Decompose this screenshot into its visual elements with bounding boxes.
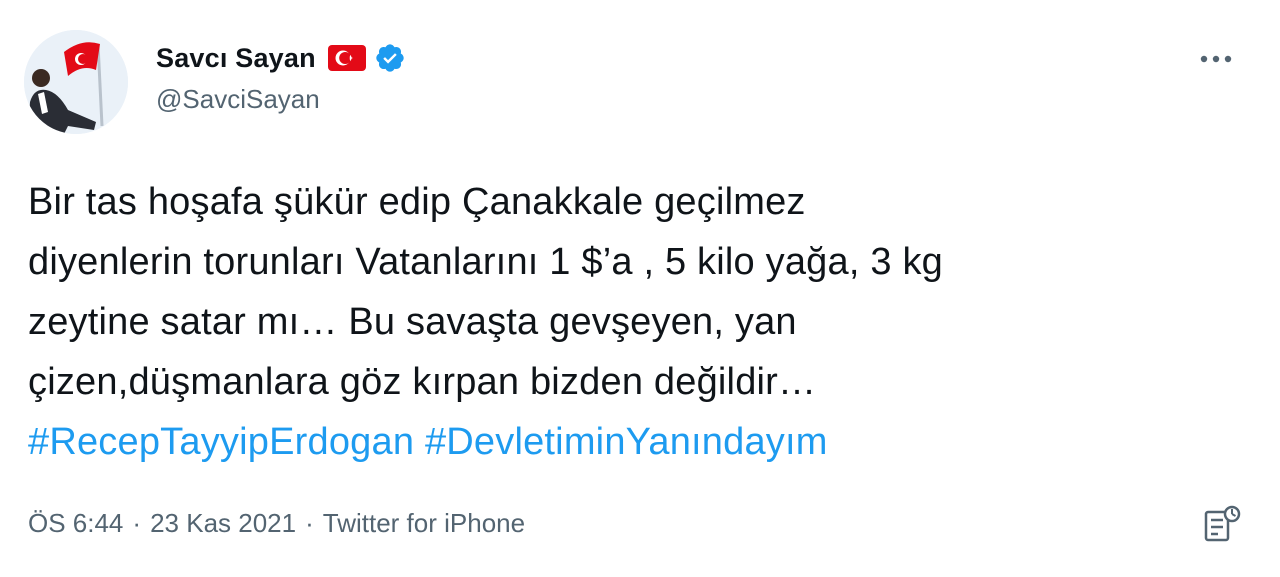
tweet-text-line: Bir tas hoşafa şükür edip Çanakkale geçi… — [28, 181, 806, 223]
turkey-flag-icon — [327, 45, 366, 71]
tweet-time[interactable]: ÖS 6:44 — [28, 508, 123, 539]
avatar[interactable] — [24, 30, 128, 134]
tweet-source[interactable]: Twitter for iPhone — [323, 508, 525, 539]
tweet-meta: ÖS 6:44 · 23 Kas 2021 · Twitter for iPho… — [28, 508, 525, 539]
tweet-text-line: çizen,düşmanlara göz kırpan bizden değil… — [28, 361, 817, 403]
tweet-analytics-icon[interactable] — [1202, 504, 1242, 544]
tweet-date[interactable]: 23 Kas 2021 — [150, 508, 296, 539]
tweet-card: Savcı Sayan @SavciSayan Bir tas hoşafa ş… — [0, 0, 1280, 577]
hashtag-line: #RecepTayyipErdogan #DevletiminYanındayı… — [28, 412, 1248, 472]
hashtag-link-receptayyiperdogan[interactable]: #RecepTayyipErdogan — [28, 421, 414, 463]
user-handle[interactable]: @SavciSayan — [156, 84, 320, 115]
meta-separator: · — [132, 508, 142, 538]
tweet-text-line: zeytine satar mı… Bu savaşta gevşeyen, y… — [28, 301, 797, 343]
tweet-text-line: diyenlerin torunları Vatanlarını 1 $’a ,… — [28, 241, 943, 283]
more-options-icon[interactable] — [1198, 52, 1234, 66]
verified-badge-icon — [374, 42, 406, 74]
display-name[interactable]: Savcı Sayan — [156, 43, 316, 74]
avatar-image — [24, 30, 128, 134]
tweet-text: Bir tas hoşafa şükür edip Çanakkale geçi… — [28, 172, 1248, 472]
author-name-row: Savcı Sayan — [156, 38, 406, 78]
meta-separator: · — [305, 508, 314, 538]
hashtag-link-devletiminyanindayim[interactable]: #DevletiminYanındayım — [425, 421, 828, 463]
